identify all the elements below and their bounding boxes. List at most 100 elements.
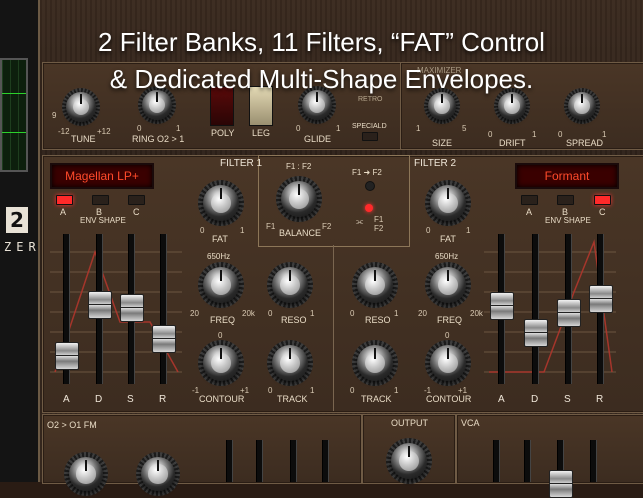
vca-attack-track — [493, 440, 500, 482]
filter1-release-slider[interactable] — [152, 325, 176, 353]
filter2-freq-top: 650Hz — [435, 252, 459, 261]
special-label: SPECIALD — [352, 123, 387, 130]
filter2-sustain-slider[interactable] — [557, 299, 581, 327]
routing-parallel-icon: ⫘ — [356, 217, 364, 226]
routing-parallel-f1: F1 — [374, 215, 384, 224]
filter1-sustain-slider[interactable] — [120, 294, 144, 322]
filter1-title: FILTER 1 — [220, 158, 263, 169]
output-knob[interactable] — [391, 443, 427, 479]
filter2-adsr-s: S — [564, 394, 571, 405]
filter2-contour-knob[interactable] — [430, 345, 466, 381]
filter2-decay-track — [532, 234, 539, 384]
filter1-reso-knob[interactable] — [272, 267, 308, 303]
filter1-contour-label: CONTOUR — [199, 394, 245, 404]
filter2-reso-max: 1 — [394, 309, 399, 318]
filter2-track-label: TRACK — [361, 394, 392, 404]
drift-max: 1 — [532, 130, 537, 139]
filter2-track-min: 0 — [350, 386, 355, 395]
size-label: SIZE — [432, 138, 453, 148]
filter1-preset-display[interactable]: Magellan LP+ — [50, 163, 154, 189]
filter1-adsr-a: A — [63, 394, 70, 405]
leg-label: LEG — [252, 128, 271, 138]
filter1-freq-knob[interactable] — [203, 267, 239, 303]
output-label: OUTPUT — [391, 418, 428, 428]
filter1-env-b-button[interactable] — [92, 195, 109, 205]
balance-right: F2 — [322, 222, 332, 231]
filter2-adsr-r: R — [596, 394, 604, 405]
filter2-title: FILTER 2 — [414, 158, 457, 169]
filter2-freq-knob[interactable] — [430, 267, 466, 303]
filter2-contour-top: 0 — [445, 331, 450, 340]
filter1-contour-knob[interactable] — [203, 345, 239, 381]
ring-label: RING O2 > 1 — [132, 134, 185, 144]
balance-knob[interactable] — [281, 181, 317, 217]
filter2-fat-max: 1 — [466, 226, 471, 235]
filter1-fat-max: 1 — [240, 226, 245, 235]
filter1-adsr-s: S — [127, 394, 134, 405]
filter1-env-c-label: C — [133, 207, 140, 217]
device-logo: 2 — [6, 207, 28, 233]
filter1-attack-slider[interactable] — [55, 342, 79, 370]
fm-slider-track-3 — [290, 440, 297, 482]
tune-max: +12 — [97, 127, 111, 136]
filter2-fat-knob[interactable] — [430, 185, 466, 221]
filter1-decay-slider[interactable] — [88, 291, 112, 319]
vca-release-track — [590, 440, 597, 482]
device-brand-text: ZER — [4, 240, 41, 254]
headline-line-1: 2 Filter Banks, 11 Filters, “FAT” Contro… — [98, 27, 545, 57]
filter2-reso-knob[interactable] — [357, 267, 393, 303]
filter2-env-c-button[interactable] — [594, 195, 611, 205]
drift-min: 0 — [488, 130, 493, 139]
promo-headline: 2 Filter Banks, 11 Filters, “FAT” Contro… — [0, 24, 643, 98]
tune-min: -12 — [58, 127, 70, 136]
filter2-track-max: 1 — [394, 386, 399, 395]
filter1-release-track — [160, 234, 167, 384]
filter2-env-b-button[interactable] — [557, 195, 574, 205]
filter1-fat-knob[interactable] — [203, 185, 239, 221]
filter2-freq-min: 20 — [418, 309, 427, 318]
filter-divider — [333, 245, 334, 411]
routing-serial-led[interactable] — [365, 181, 375, 191]
balance-label: BALANCE — [279, 228, 322, 238]
filter2-release-slider[interactable] — [589, 285, 613, 313]
drift-label: DRIFT — [499, 138, 526, 148]
poly-label: POLY — [211, 128, 235, 138]
filter1-freq-min: 20 — [190, 309, 199, 318]
fm-slider-track-4 — [322, 440, 329, 482]
filter1-env-a-label: A — [60, 207, 67, 217]
glide-label: GLIDE — [304, 134, 332, 144]
filter1-reso-max: 1 — [310, 309, 315, 318]
filter2-env-a-button[interactable] — [521, 195, 538, 205]
filter2-env-shape-label: ENV SHAPE — [545, 216, 591, 225]
filter2-adsr-d: D — [531, 394, 539, 405]
vca-sustain-slider[interactable] — [549, 470, 573, 498]
tune-tick-9: 9 — [52, 111, 57, 120]
routing-parallel-led[interactable] — [365, 204, 373, 212]
filter2-env-c-label: C — [599, 207, 606, 217]
filter1-env-shape-label: ENV SHAPE — [80, 216, 126, 225]
routing-serial-label: F1 ➜ F2 — [352, 168, 382, 177]
routing-parallel-f2: F2 — [374, 224, 384, 233]
filter1-reso-label: RESO — [281, 315, 307, 325]
filter1-fat-min: 0 — [200, 226, 205, 235]
filter1-track-label: TRACK — [277, 394, 308, 404]
vca-label: VCA — [461, 418, 480, 428]
fm-slider-track-1 — [226, 440, 233, 482]
filter1-env-c-button[interactable] — [128, 195, 145, 205]
filter2-contour-label: CONTOUR — [426, 394, 472, 404]
filter1-env-a-button[interactable] — [56, 195, 73, 205]
special-button[interactable] — [362, 132, 378, 141]
glide-min: 0 — [296, 124, 301, 133]
filter2-preset-display[interactable]: Formant — [515, 163, 619, 189]
filter2-decay-slider[interactable] — [524, 319, 548, 347]
size-max: 5 — [462, 124, 467, 133]
filter2-track-knob[interactable] — [357, 345, 393, 381]
fm-knob-1[interactable] — [69, 457, 103, 491]
filter2-attack-slider[interactable] — [490, 292, 514, 320]
filter1-track-knob[interactable] — [272, 345, 308, 381]
filter1-fat-label: FAT — [212, 234, 228, 244]
filter2-fat-min: 0 — [426, 226, 431, 235]
filter1-freq-label: FREQ — [210, 315, 236, 325]
filter2-reso-min: 0 — [350, 309, 355, 318]
fm-knob-2[interactable] — [141, 457, 175, 491]
